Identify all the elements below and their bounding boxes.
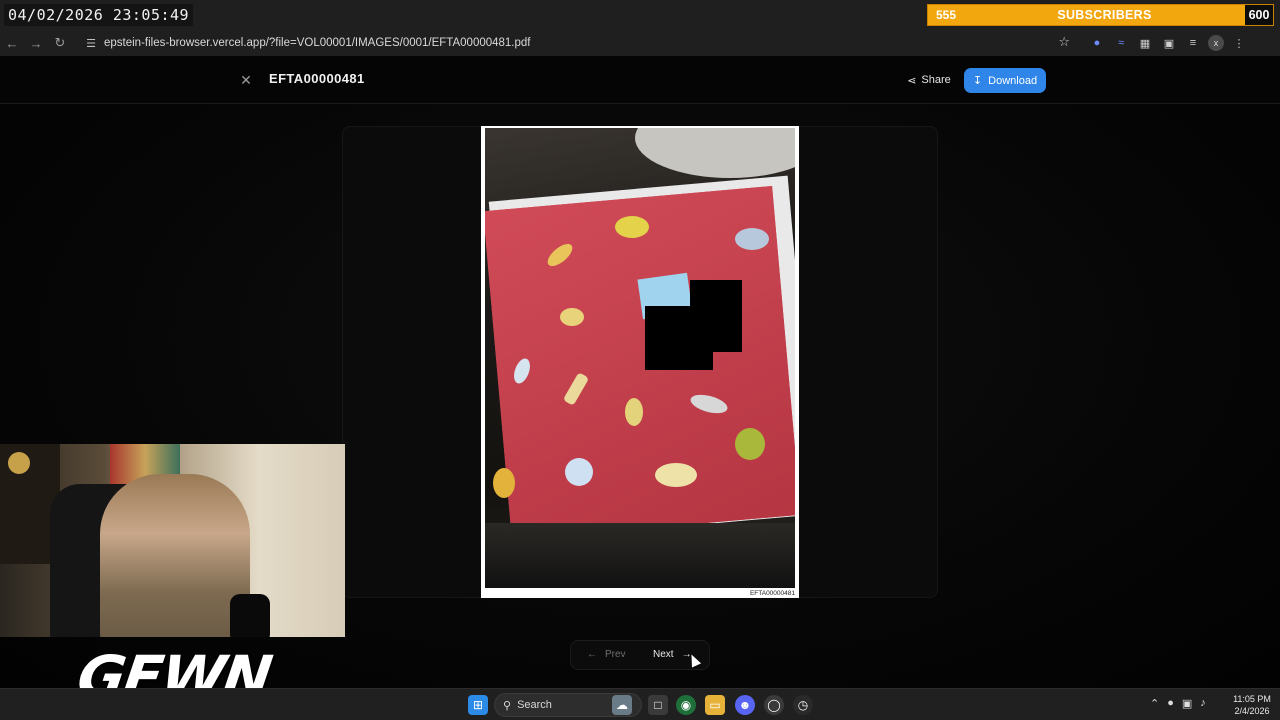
sticker: [735, 428, 765, 460]
download-button[interactable]: ↧ Download: [964, 68, 1046, 93]
subscriber-goal: 600: [1245, 5, 1273, 25]
bates-stamp: EFTA00000481: [749, 590, 795, 597]
display-icon[interactable]: ▣: [1182, 697, 1192, 710]
next-button[interactable]: Next →: [653, 649, 692, 660]
viewer-header: ✕ EFTA00000481 ⋖ Share ↧ Download: [0, 56, 1280, 104]
url-text[interactable]: epstein-files-browser.vercel.app/?file=V…: [104, 37, 531, 49]
menu-icon[interactable]: ⋮: [1230, 34, 1248, 52]
microphone: [230, 594, 270, 637]
sticker: [560, 308, 584, 326]
back-icon[interactable]: ←: [0, 31, 24, 55]
sticker: [625, 398, 643, 426]
prev-label: Prev: [605, 649, 626, 660]
document-title: EFTA00000481: [269, 71, 365, 86]
photo-floor: [485, 523, 795, 588]
sticker: [655, 463, 697, 487]
chevron-up-icon[interactable]: ⌃: [1150, 697, 1159, 710]
subscriber-goal-bar: 555 SUBSCRIBERS 600: [927, 4, 1274, 26]
reload-icon[interactable]: ↻: [48, 31, 72, 55]
microphone-icon[interactable]: ●: [1167, 697, 1174, 710]
share-icon: ⋖: [907, 74, 917, 87]
subscriber-count: 555: [935, 8, 957, 22]
site-info-icon[interactable]: ☰: [80, 37, 102, 50]
audio-extension-icon[interactable]: ≈: [1112, 34, 1130, 52]
volume-icon[interactable]: ♪: [1200, 697, 1206, 710]
stream-timestamp: 04/02/2026 23:05:49: [4, 4, 194, 26]
task-view-icon[interactable]: □: [648, 695, 668, 715]
clock-date: 2/4/2026: [1234, 706, 1270, 716]
prev-button[interactable]: ← Prev: [587, 649, 626, 660]
star-icon[interactable]: ☆: [1058, 34, 1070, 50]
search-label: Search: [517, 699, 552, 711]
discord-icon[interactable]: ☻: [735, 695, 755, 715]
widgets-icon[interactable]: ☁: [612, 695, 632, 715]
windows-taskbar: ⊞ ⚲ Search ☁ □ ◉ ▭ ☻ ◯ ◷ ⌃ ● ▣ ♪ 11:05 P…: [0, 688, 1280, 720]
streamer: [100, 474, 250, 637]
clock-time: 11:05 PM: [1233, 694, 1271, 704]
evidence-photo: [485, 128, 795, 588]
reading-list-icon[interactable]: ≡: [1184, 34, 1202, 52]
clock-app-icon[interactable]: ◷: [793, 695, 813, 715]
forward-icon[interactable]: →: [24, 31, 48, 55]
share-label: Share: [921, 74, 951, 86]
next-label: Next: [653, 649, 674, 660]
windows-start-icon[interactable]: ⊞: [468, 695, 488, 715]
system-tray: ⌃ ● ▣ ♪: [1150, 697, 1206, 710]
sidebar-icon[interactable]: ▣: [1160, 34, 1178, 52]
sticker: [735, 228, 769, 250]
arrow-left-icon: ←: [587, 649, 597, 660]
extensions-row: ● ≈ ▦ ▣ ≡ x ⋮: [1088, 30, 1248, 56]
file-explorer-icon[interactable]: ▭: [705, 695, 725, 715]
recording-app-icon[interactable]: ◯: [764, 695, 784, 715]
download-icon: ↧: [972, 75, 983, 87]
redaction-block: [645, 306, 713, 370]
webcam-overlay: [0, 444, 345, 637]
chrome-icon[interactable]: ◉: [676, 695, 696, 715]
puzzle-extension-icon[interactable]: ▦: [1136, 34, 1154, 52]
document-page[interactable]: EFTA00000481: [481, 126, 799, 598]
taskbar-clock[interactable]: 11:05 PM 2/4/2026: [1230, 693, 1274, 717]
sticker: [493, 468, 515, 498]
profile-avatar[interactable]: x: [1208, 35, 1224, 51]
download-label: Download: [988, 74, 1038, 87]
close-icon[interactable]: ✕: [236, 70, 256, 90]
sticker: [565, 458, 593, 486]
sticker: [615, 216, 649, 238]
browser-toolbar: ← → ↻ ☰ epstein-files-browser.vercel.app…: [0, 30, 1280, 56]
extension-icon[interactable]: ●: [1088, 34, 1106, 52]
address-bar[interactable]: ☰ epstein-files-browser.vercel.app/?file…: [80, 31, 1080, 55]
subscriber-label: SUBSCRIBERS: [1057, 8, 1152, 22]
share-button[interactable]: ⋖ Share: [900, 68, 958, 92]
pillow-shape: [635, 128, 795, 178]
search-icon: ⚲: [503, 699, 512, 712]
